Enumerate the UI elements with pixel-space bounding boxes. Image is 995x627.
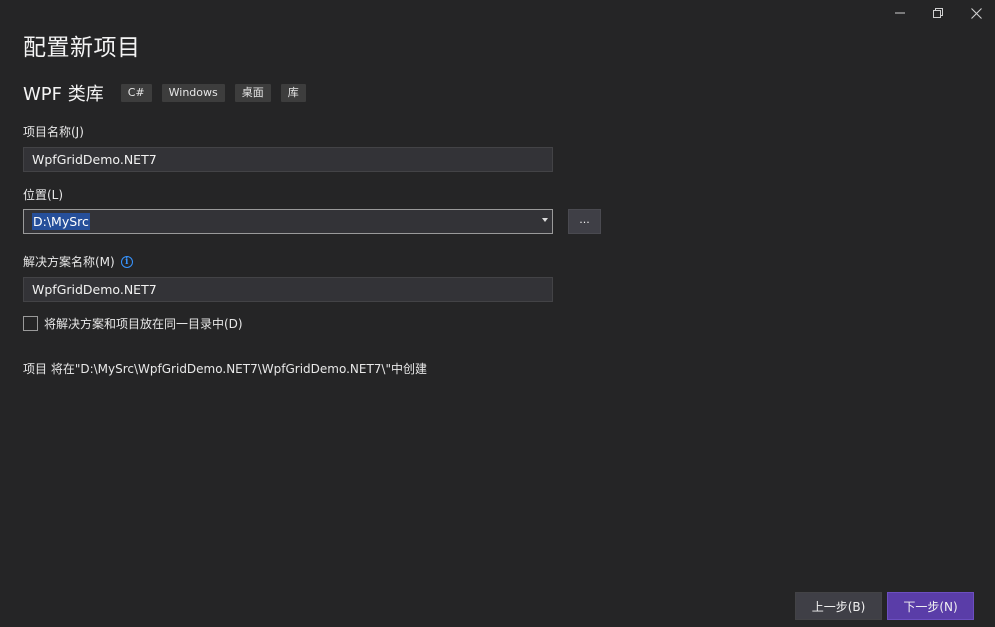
location-value: D:\MySrc — [32, 213, 90, 230]
location-label: 位置(L) — [23, 188, 64, 202]
location-combobox[interactable]: D:\MySrc — [23, 209, 553, 234]
solution-name-label: 解决方案名称(M) — [23, 255, 115, 269]
tag-language: C# — [120, 84, 152, 102]
back-button[interactable]: 上一步(B) — [795, 592, 882, 620]
same-directory-option[interactable]: 将解决方案和项目放在同一目录中(D) — [23, 315, 243, 332]
project-name-input[interactable] — [23, 147, 553, 172]
minimize-button[interactable] — [881, 0, 919, 26]
tag-platform: Windows — [161, 84, 225, 102]
template-name: WPF 类库 — [23, 84, 104, 105]
tag-library: 库 — [280, 84, 306, 102]
same-directory-checkbox[interactable] — [23, 316, 38, 331]
project-path-info: 项目 将在"D:\MySrc\WpfGridDemo.NET7\WpfGridD… — [23, 362, 427, 376]
restore-button[interactable] — [919, 0, 957, 26]
solution-name-label-row: 解决方案名称(M) i — [23, 253, 133, 270]
next-button[interactable]: 下一步(N) — [887, 592, 974, 620]
project-name-label: 项目名称(J) — [23, 125, 84, 139]
solution-name-input[interactable] — [23, 277, 553, 302]
tag-project-type: 桌面 — [234, 84, 271, 102]
close-button[interactable] — [957, 0, 995, 26]
window-controls — [881, 0, 995, 26]
restore-icon — [933, 8, 943, 18]
browse-button[interactable]: ... — [568, 209, 601, 234]
configure-project-window: 配置新项目 WPF 类库 C# Windows 桌面 库 项目名称(J) 位置(… — [0, 0, 995, 627]
template-header: WPF 类库 C# Windows 桌面 库 — [23, 80, 316, 106]
minimize-icon — [895, 12, 905, 14]
dropdown-arrow-icon[interactable] — [542, 218, 548, 222]
same-directory-label[interactable]: 将解决方案和项目放在同一目录中(D) — [44, 315, 243, 332]
info-icon[interactable]: i — [120, 255, 133, 268]
page-title: 配置新项目 — [23, 35, 141, 61]
close-icon — [970, 7, 982, 19]
